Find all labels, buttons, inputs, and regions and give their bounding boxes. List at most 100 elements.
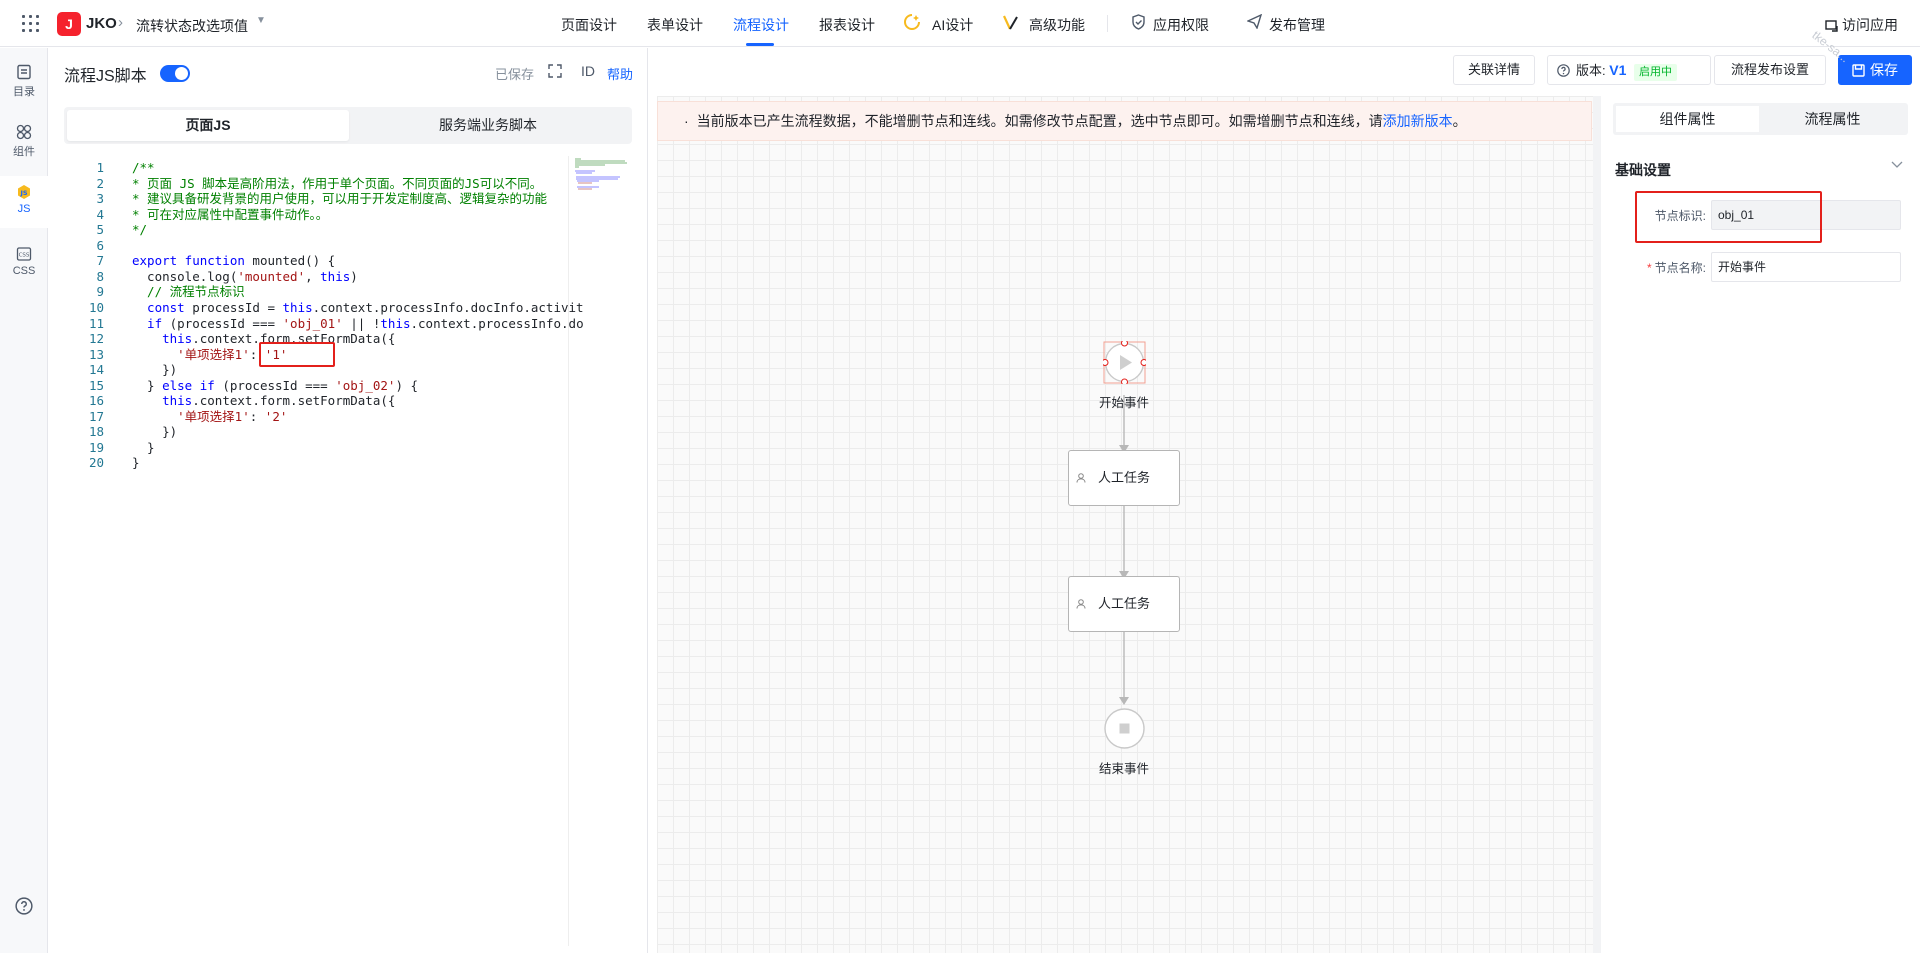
save-icon bbox=[1852, 57, 1865, 87]
chevron-right-icon: › bbox=[118, 14, 123, 31]
top-bar: J JKO › 流转状态改选项值 ▼ 页面设计 表单设计 流程设计 报表设计 A… bbox=[0, 0, 1920, 47]
code-minimap[interactable] bbox=[574, 156, 634, 192]
nav-publish-manage[interactable]: 发布管理 bbox=[1269, 15, 1325, 35]
app-name[interactable]: JKO bbox=[86, 15, 117, 32]
code-token: .context.processInfo.do bbox=[410, 315, 584, 331]
user-task-2-label: 人工任务 bbox=[1097, 596, 1150, 611]
node-name-input[interactable]: 开始事件 bbox=[1711, 252, 1901, 282]
code-token: } bbox=[132, 455, 140, 471]
external-link-icon bbox=[1825, 19, 1838, 35]
nav-form-design[interactable]: 表单设计 bbox=[647, 15, 703, 35]
visit-app-label: 访问应用 bbox=[1842, 17, 1898, 33]
code-token: */ bbox=[132, 222, 148, 238]
js-enable-toggle[interactable] bbox=[160, 65, 190, 82]
version-selector[interactable]: 版本: V1 启用中 bbox=[1547, 55, 1711, 85]
sidebar-label-components: 组件 bbox=[13, 146, 35, 158]
banner-tail: 。 bbox=[1452, 113, 1467, 129]
editor-ruler bbox=[568, 156, 569, 946]
svg-text:CSS: CSS bbox=[19, 253, 30, 259]
banner-text: 当前版本已产生流程数据，不能增删节点和连线。如需修改节点配置，选中节点即可。如需… bbox=[696, 113, 1383, 129]
code-token: * 可在对应属性中配置事件动作。。 bbox=[132, 206, 329, 222]
flow-canvas[interactable]: 开始事件 人工任务 人工任务 结束事件 bbox=[657, 96, 1593, 953]
js-script-panel: 流程JS脚本 已保存 ID 帮助 页面JS 服务端业务脚本 1/** 2 * 页面 … bbox=[48, 48, 648, 953]
start-event-node[interactable] bbox=[1101, 339, 1148, 386]
sidebar-label-js: JS bbox=[17, 203, 31, 215]
tab-server-script[interactable]: 服务端业务脚本 bbox=[347, 110, 629, 141]
css-icon: CSS bbox=[16, 247, 32, 261]
version-value: V1 bbox=[1609, 62, 1627, 78]
sidebar-item-js[interactable]: JS JS bbox=[0, 176, 48, 228]
section-basic-settings[interactable]: 基础设置 bbox=[1615, 160, 1671, 180]
tab-component-props[interactable]: 组件属性 bbox=[1616, 106, 1759, 132]
js-panel-title: 流程JS脚本 bbox=[64, 68, 147, 85]
add-new-version-link[interactable]: 添加新版本 bbox=[1383, 113, 1453, 129]
sidebar-label-css: CSS bbox=[12, 265, 36, 277]
visit-app-button[interactable]: 访问应用 bbox=[1825, 15, 1898, 35]
tab-page-js[interactable]: 页面JS bbox=[67, 110, 349, 141]
components-icon bbox=[16, 124, 32, 140]
help-icon[interactable] bbox=[0, 897, 48, 917]
caret-down-icon[interactable]: ▼ bbox=[256, 15, 266, 26]
save-status: 已保存 bbox=[495, 67, 535, 82]
code-highlight-box bbox=[259, 342, 335, 367]
breadcrumb-page[interactable]: 流转状态改选项值 bbox=[136, 16, 248, 36]
nav-active-indicator bbox=[746, 43, 774, 46]
script-type-tabs: 页面JS 服务端业务脚本 bbox=[64, 107, 632, 144]
save-button[interactable]: 保存 bbox=[1838, 55, 1912, 85]
app-logo: J bbox=[57, 12, 81, 36]
version-warning-banner: · 当前版本已产生流程数据，不能增删节点和连线。如需修改节点配置，选中节点即可。如… bbox=[657, 101, 1592, 141]
node-id-highlight-box bbox=[1635, 191, 1822, 243]
left-sidebar: 目录 组件 JS JS CSS CSS bbox=[0, 48, 48, 953]
sidebar-label-catalog: 目录 bbox=[13, 86, 35, 98]
id-toggle[interactable]: ID bbox=[581, 63, 595, 79]
start-event-label: 开始事件 bbox=[1098, 396, 1149, 410]
end-event-label: 结束事件 bbox=[1098, 762, 1149, 776]
nav-flow-design[interactable]: 流程设计 bbox=[733, 15, 789, 35]
properties-tabs: 组件属性 流程属性 bbox=[1613, 103, 1908, 135]
tab-flow-props[interactable]: 流程属性 bbox=[1761, 106, 1904, 132]
nav-app-permission[interactable]: 应用权限 bbox=[1153, 15, 1209, 35]
help-link[interactable]: 帮助 bbox=[607, 64, 633, 83]
shield-icon bbox=[1131, 14, 1146, 33]
user-icon bbox=[1076, 580, 1086, 634]
user-task-1-label: 人工任务 bbox=[1097, 470, 1150, 485]
code-editor[interactable]: 1/** 2 * 页面 JS 脚本是高阶用法，作用于单个页面。不同页面的JS可以不同… bbox=[64, 156, 622, 946]
flow-connectors bbox=[1119, 395, 1129, 705]
nav-page-design[interactable]: 页面设计 bbox=[561, 15, 617, 35]
document-icon bbox=[17, 64, 31, 80]
code-line[interactable]: 20} bbox=[64, 453, 140, 472]
stop-icon bbox=[1104, 708, 1145, 749]
user-task-node-1[interactable]: 人工任务 bbox=[1068, 450, 1180, 506]
node-name-label: * 节点名称: bbox=[1646, 261, 1706, 275]
sidebar-item-components[interactable]: 组件 bbox=[0, 124, 48, 168]
code-token: , bbox=[305, 268, 321, 284]
sidebar-item-css[interactable]: CSS CSS bbox=[0, 246, 48, 290]
code-token: this bbox=[320, 268, 351, 284]
js-icon: JS bbox=[18, 185, 30, 199]
code-token: '2' bbox=[264, 408, 288, 424]
fullscreen-icon[interactable] bbox=[548, 64, 562, 78]
version-status-badge: 启用中 bbox=[1634, 64, 1677, 81]
version-label: 版本: bbox=[1576, 63, 1606, 78]
play-icon bbox=[1101, 339, 1148, 386]
flow-publish-settings-button[interactable]: 流程发布设置 bbox=[1714, 55, 1826, 85]
line-number: 20 bbox=[88, 455, 104, 471]
related-details-button[interactable]: 关联详情 bbox=[1453, 55, 1535, 85]
code-token: 'mounted' bbox=[237, 268, 306, 284]
nav-report-design[interactable]: 报表设计 bbox=[819, 15, 875, 35]
nav-ai-design[interactable]: AI设计 bbox=[932, 15, 973, 35]
user-icon bbox=[1076, 454, 1086, 508]
nav-advanced[interactable]: 高级功能 bbox=[1029, 15, 1085, 35]
node-name-label-text: 节点名称: bbox=[1654, 261, 1706, 275]
nav-divider bbox=[1107, 15, 1108, 32]
sidebar-item-catalog[interactable]: 目录 bbox=[0, 64, 48, 108]
canvas-scroll-gutter bbox=[1593, 96, 1601, 953]
app-grid-icon[interactable] bbox=[22, 15, 39, 32]
user-task-node-2[interactable]: 人工任务 bbox=[1068, 576, 1180, 632]
save-label: 保存 bbox=[1870, 62, 1898, 78]
ai-spark-icon bbox=[903, 13, 921, 34]
question-circle-icon bbox=[1557, 59, 1570, 87]
code-token: ) bbox=[350, 268, 358, 284]
end-event-node[interactable] bbox=[1103, 707, 1146, 750]
chevron-down-icon[interactable] bbox=[1891, 158, 1903, 172]
